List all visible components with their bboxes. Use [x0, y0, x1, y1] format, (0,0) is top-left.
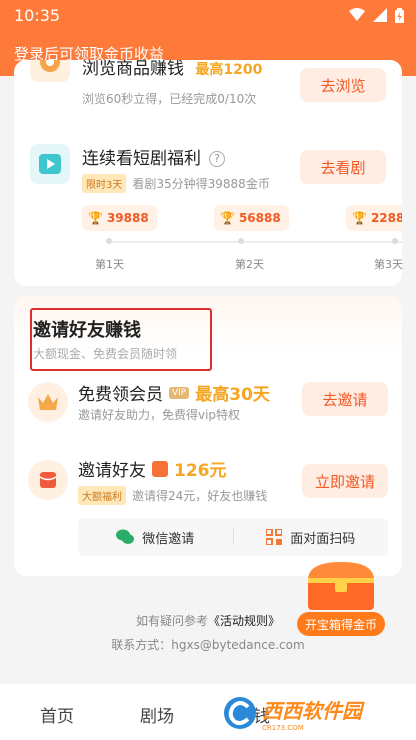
signal-icon	[373, 8, 387, 22]
watermark-text: 西西软件园	[262, 698, 362, 723]
milestone-day3: 🏆 2288	[346, 205, 402, 231]
bonus-tag: 大额福利	[78, 486, 126, 505]
gift-icon	[152, 460, 168, 477]
row-highlight: 最高30天	[195, 385, 270, 405]
task-reward: 最高1200	[195, 62, 263, 78]
task-drama: 连续看短剧福利? 限时3天 看剧35分钟得39888金币 去看剧	[14, 142, 402, 202]
invite-button[interactable]: 去邀请	[302, 382, 388, 416]
wechat-icon	[116, 529, 135, 544]
play-icon	[30, 144, 70, 184]
rules-link[interactable]: 《活动规则》	[208, 614, 280, 628]
progress-track	[108, 241, 402, 243]
shopping-icon	[30, 60, 70, 82]
invite-row-vip: 免费领会员 VIP 最高30天 邀请好友助力，免费得vip特权 去邀请	[14, 380, 402, 430]
wechat-invite-button[interactable]: 微信邀请	[78, 528, 233, 547]
task-title: 连续看短剧福利?	[82, 144, 225, 169]
status-bar: 10:35	[0, 0, 416, 30]
milestone-day1: 🏆 39888	[82, 205, 157, 231]
battery-icon	[395, 7, 404, 23]
row-highlight: 126元	[174, 461, 227, 481]
qrcode-icon	[266, 529, 283, 545]
row-title: 邀请好友 126元	[78, 456, 227, 481]
help-icon[interactable]: ?	[209, 150, 225, 167]
trophy-icon: 🏆	[352, 211, 367, 225]
day-label: 第1天	[95, 258, 124, 271]
highlight-box	[30, 308, 212, 371]
status-icons	[349, 7, 404, 23]
treasure-chest-icon[interactable]	[300, 560, 382, 612]
day-label: 第3天	[374, 258, 403, 271]
task-card: 浏览商品赚钱 最高1200 浏览60秒立得，已经完成0/10次 去浏览 连续看短…	[14, 60, 402, 286]
task-subtitle: 限时3天 看剧35分钟得39888金币	[82, 174, 270, 193]
scan-invite-button[interactable]: 面对面扫码	[234, 528, 389, 547]
status-time: 10:35	[14, 5, 61, 25]
task-title: 浏览商品赚钱 最高1200	[82, 60, 263, 79]
track-dot	[238, 238, 244, 244]
invite-now-button[interactable]: 立即邀请	[302, 464, 388, 498]
contact-line: 联系方式：hgxs@bytedance.com	[111, 638, 305, 652]
limited-tag: 限时3天	[82, 174, 127, 193]
trophy-icon: 🏆	[88, 211, 103, 225]
track-dot	[106, 238, 112, 244]
day-label: 第2天	[235, 258, 264, 271]
tab-home[interactable]: 首页	[40, 702, 74, 727]
watermark-url: CR173.COM	[262, 723, 304, 732]
watch-drama-button[interactable]: 去看剧	[300, 150, 386, 184]
red-envelope-icon	[28, 460, 68, 500]
task-subtitle: 浏览60秒立得，已经完成0/10次	[82, 92, 257, 106]
trophy-icon: 🏆	[220, 211, 235, 225]
share-bar: 微信邀请 面对面扫码	[78, 518, 388, 556]
milestone-day2: 🏆 56888	[214, 205, 289, 231]
row-subtitle: 邀请好友助力，免费得vip特权	[78, 408, 241, 422]
watermark-logo: 西西软件园 CR173.COM	[222, 690, 398, 736]
browse-button[interactable]: 去浏览	[300, 68, 386, 102]
crown-icon	[28, 382, 68, 422]
row-title: 免费领会员 VIP 最高30天	[78, 380, 270, 405]
invite-row-friend: 邀请好友 126元 大额福利 邀请得24元，好友也赚钱 立即邀请	[14, 456, 402, 506]
track-dot	[392, 238, 398, 244]
rules-line: 如有疑问参考《活动规则》	[135, 614, 281, 628]
task-browse: 浏览商品赚钱 最高1200 浏览60秒立得，已经完成0/10次 去浏览	[14, 60, 402, 120]
wifi-icon	[349, 8, 365, 21]
watermark-c-icon	[224, 697, 256, 729]
row-subtitle: 大额福利 邀请得24元，好友也赚钱	[78, 486, 267, 505]
vip-badge: VIP	[169, 386, 190, 399]
tab-theater[interactable]: 剧场	[140, 702, 174, 727]
